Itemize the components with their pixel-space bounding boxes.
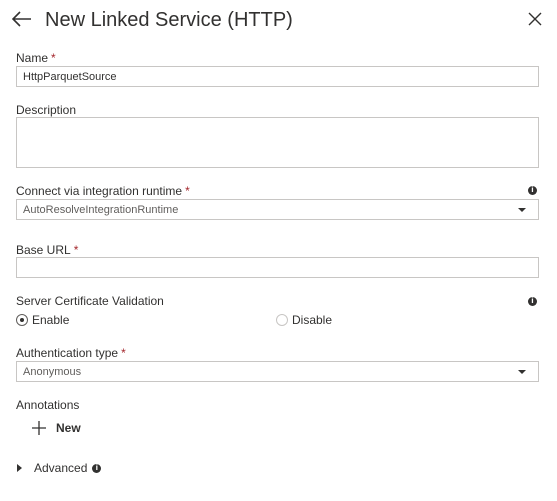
add-annotation-label: New	[56, 421, 81, 435]
close-button[interactable]	[524, 8, 546, 30]
chevron-down-icon	[518, 369, 526, 374]
auth-type-select-value: Anonymous	[23, 365, 82, 378]
chevron-right-icon	[17, 464, 22, 472]
plus-icon	[32, 421, 46, 435]
required-marker: *	[73, 243, 79, 257]
runtime-select[interactable]: AutoResolveIntegrationRuntime	[16, 199, 539, 220]
annotations-label: Annotations	[16, 398, 80, 412]
name-field[interactable]: HttpParquetSource	[16, 66, 539, 87]
arrow-left-icon	[12, 11, 31, 27]
auth-type-label-text: Authentication type	[16, 346, 119, 360]
info-icon[interactable]: i	[528, 297, 537, 306]
description-field[interactable]	[16, 117, 539, 168]
base-url-label: Base URL *	[16, 242, 78, 258]
name-field-value: HttpParquetSource	[23, 70, 117, 83]
base-url-label-text: Base URL	[16, 243, 71, 257]
description-label: Description	[16, 103, 77, 117]
name-label-text: Name	[16, 51, 49, 65]
auth-type-select[interactable]: Anonymous	[16, 361, 539, 382]
add-annotation-button[interactable]: New	[32, 421, 81, 435]
page-title: New Linked Service (HTTP)	[45, 9, 293, 31]
runtime-label-text: Connect via integration runtime	[16, 184, 183, 198]
advanced-label: Advanced	[34, 461, 88, 475]
radio-disable[interactable]: Disable	[276, 313, 332, 327]
radio-enable[interactable]: Enable	[16, 313, 69, 327]
radio-enable-label: Enable	[32, 313, 70, 327]
runtime-label: Connect via integration runtime *	[16, 183, 190, 199]
close-icon	[528, 12, 542, 26]
runtime-select-value: AutoResolveIntegrationRuntime	[23, 203, 179, 216]
back-button[interactable]	[10, 8, 34, 30]
required-marker: *	[121, 346, 126, 360]
base-url-field[interactable]	[16, 257, 539, 278]
info-icon[interactable]: i	[528, 186, 537, 195]
required-marker: *	[185, 184, 190, 198]
radio-disable-label: Disable	[292, 313, 333, 327]
cert-validation-label: Server Certificate Validation	[16, 294, 164, 308]
chevron-down-icon	[518, 207, 526, 212]
advanced-expander[interactable]: Advanced i	[17, 460, 102, 476]
required-marker: *	[51, 51, 56, 65]
info-icon: i	[92, 463, 102, 473]
name-label: Name *	[16, 50, 56, 66]
radio-selected-icon	[16, 314, 28, 326]
auth-type-label: Authentication type *	[16, 345, 126, 361]
radio-unselected-icon	[276, 314, 288, 326]
